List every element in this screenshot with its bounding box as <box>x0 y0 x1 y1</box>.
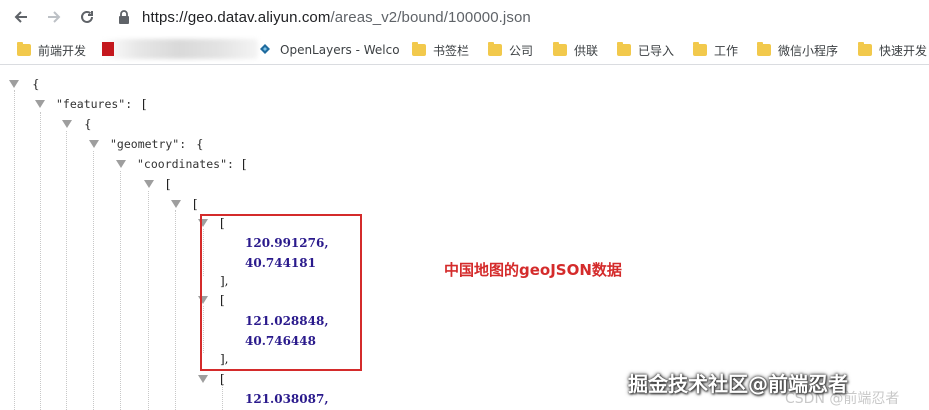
lock-icon <box>118 8 134 26</box>
folder-icon <box>412 42 426 56</box>
bookmark-label: 已导入 <box>638 43 675 58</box>
collapse-toggle-icon[interactable] <box>116 160 126 168</box>
open-bracket: [ <box>220 372 225 386</box>
bookmark-item[interactable]: 供联 <box>553 40 598 60</box>
arrow-right-icon <box>48 11 61 23</box>
collapse-toggle-icon[interactable] <box>198 375 208 383</box>
bookmark-item[interactable]: 前端开发 <box>17 40 86 60</box>
tree-guide <box>148 191 149 410</box>
collapse-toggle-icon[interactable] <box>171 200 181 208</box>
features-key: "features": <box>56 97 133 111</box>
annotation-label: 中国地图的geoJSON数据 <box>444 261 622 279</box>
back-button[interactable] <box>10 6 32 28</box>
geometry-key: "geometry": <box>110 137 187 151</box>
tree-guide <box>14 90 15 410</box>
bookmark-item[interactable]: 已导入 <box>617 40 674 60</box>
collapse-toggle-icon[interactable] <box>89 140 99 148</box>
tree-guide <box>66 131 67 410</box>
forward-button[interactable] <box>43 6 65 28</box>
open-bracket: [ <box>142 97 147 111</box>
url-host: https://geo.datav.aliyun.com <box>142 8 331 26</box>
url-path: /areas_v2/bound/100000.json <box>330 8 531 26</box>
bookmark-label: 前端开发 <box>38 43 87 58</box>
bookmark-label: 微信小程序 <box>778 43 839 58</box>
bookmark-favicon <box>102 42 114 56</box>
tree-guide <box>175 210 176 410</box>
bookmark-item[interactable]: 微信小程序 <box>757 40 838 60</box>
bookmark-label: 公司 <box>509 43 534 58</box>
open-brace: { <box>196 137 204 151</box>
reload-button[interactable] <box>76 6 98 28</box>
folder-icon <box>617 42 631 56</box>
arrow-left-icon <box>14 11 27 23</box>
bookmark-label: 快速开发 <box>879 43 928 58</box>
tree-guide <box>222 385 223 410</box>
bookmark-item[interactable]: OpenLayers - Welco <box>280 40 400 60</box>
open-brace: { <box>84 117 92 131</box>
collapse-toggle-icon[interactable] <box>62 120 72 128</box>
folder-icon <box>17 42 31 56</box>
bookmark-label: 书签栏 <box>433 43 470 58</box>
tree-guide <box>120 171 121 410</box>
tree-guide <box>93 151 94 410</box>
folder-icon <box>553 42 567 56</box>
openlayers-icon <box>260 44 270 54</box>
open-bracket: [ <box>166 177 171 191</box>
collapse-toggle-icon[interactable] <box>9 80 19 88</box>
bookmark-item[interactable]: 快速开发 <box>858 40 927 60</box>
highlight-box <box>200 214 362 371</box>
folder-icon <box>693 42 707 56</box>
blurred-bookmark <box>100 39 258 59</box>
url-text: https://geo.datav.aliyun.com/areas_v2/bo… <box>142 9 531 26</box>
bookmark-item[interactable]: 公司 <box>488 40 533 60</box>
open-bracket: [ <box>242 157 247 171</box>
browser-toolbar: https://geo.datav.aliyun.com/areas_v2/bo… <box>0 0 929 34</box>
open-brace: { <box>32 77 40 91</box>
watermark: 掘金技术社区@前端忍者 <box>628 372 848 396</box>
coordinate-value: 121.038087, <box>245 392 329 406</box>
bookmark-label: OpenLayers - Welco <box>280 43 400 57</box>
address-bar[interactable]: https://geo.datav.aliyun.com/areas_v2/bo… <box>118 3 531 31</box>
bookmark-label: 工作 <box>714 43 739 58</box>
folder-icon <box>488 42 502 56</box>
folder-icon <box>858 42 872 56</box>
folder-icon <box>757 42 771 56</box>
collapse-toggle-icon[interactable] <box>144 180 154 188</box>
open-bracket: [ <box>193 197 198 211</box>
bookmark-item[interactable]: 工作 <box>693 40 738 60</box>
bookmark-item[interactable]: 书签栏 <box>412 40 469 60</box>
collapse-toggle-icon[interactable] <box>35 100 45 108</box>
bookmark-label: 供联 <box>574 43 599 58</box>
tree-guide <box>40 112 41 410</box>
reload-icon <box>81 10 93 23</box>
json-viewer <box>0 66 929 410</box>
coordinates-key: "coordinates": <box>137 157 234 171</box>
